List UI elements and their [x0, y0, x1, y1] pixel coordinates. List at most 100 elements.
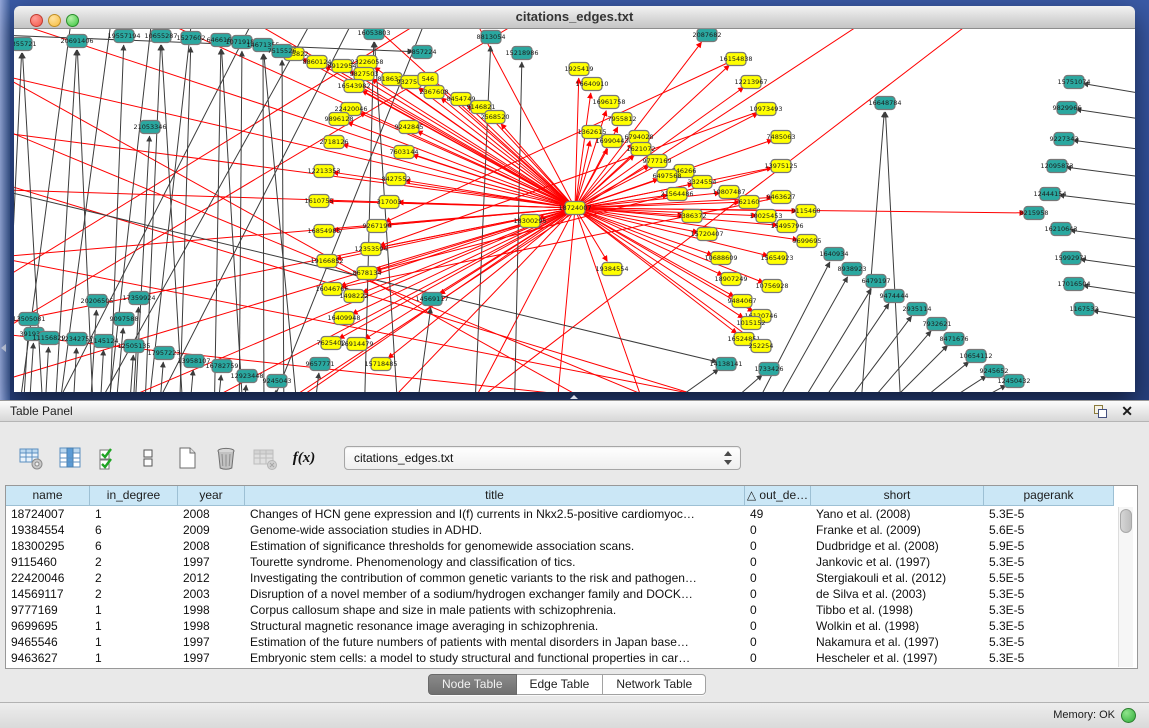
table-cell[interactable]: 0: [745, 586, 811, 602]
graph-node[interactable]: 16648784: [868, 97, 901, 110]
table-cell[interactable]: Stergiakouli et al. (2012): [811, 570, 984, 586]
table-cell[interactable]: Disruption of a novel member of a sodium…: [245, 586, 745, 602]
tab-node-table[interactable]: Node Table: [428, 674, 517, 695]
graph-node[interactable]: 9245043: [263, 375, 292, 388]
graph-edge-red[interactable]: [575, 208, 654, 392]
graph-edge[interactable]: [1070, 230, 1135, 244]
graph-node[interactable]: 1610755: [305, 195, 334, 208]
table-cell[interactable]: 2009: [178, 522, 245, 538]
graph-node[interactable]: 9474444: [880, 290, 909, 303]
graph-node[interactable]: 9463627: [767, 191, 796, 204]
graph-edge[interactable]: [1083, 285, 1135, 299]
graph-node[interactable]: 317003: [377, 196, 402, 209]
table-cell[interactable]: 2012: [178, 570, 245, 586]
graph-node[interactable]: 8471676: [940, 333, 969, 346]
graph-node[interactable]: 1733426: [755, 363, 784, 376]
graph-edge-red[interactable]: [14, 329, 1074, 392]
column-header-3[interactable]: title: [245, 486, 745, 506]
table-cell[interactable]: Corpus callosum shape and size in male p…: [245, 602, 745, 618]
graph-edge[interactable]: [714, 375, 762, 392]
graph-edge[interactable]: [216, 375, 221, 392]
table-cell[interactable]: Structural magnetic resonance image aver…: [245, 618, 745, 634]
graph-node[interactable]: 9227343: [1050, 133, 1079, 146]
graph-node[interactable]: 16961758: [592, 96, 625, 109]
scrollbar-thumb[interactable]: [1120, 509, 1132, 533]
table-cell[interactable]: 0: [745, 522, 811, 538]
table-cell[interactable]: 9115460: [6, 554, 90, 570]
graph-node[interactable]: 12095873: [1040, 160, 1073, 173]
graph-node[interactable]: 15720407: [690, 228, 723, 241]
graph-edge-red[interactable]: [454, 208, 575, 392]
table-cell[interactable]: 1998: [178, 602, 245, 618]
graph-node[interactable]: 7932621: [923, 318, 952, 331]
graph-node[interactable]: 1015152: [737, 317, 766, 330]
graph-node[interactable]: 1167533: [1070, 303, 1099, 316]
table-cell[interactable]: 5.3E-5: [984, 650, 1114, 666]
graph-edge[interactable]: [239, 51, 242, 392]
graph-edge[interactable]: [575, 78, 579, 208]
graph-node[interactable]: 6497568: [653, 170, 682, 183]
table-row[interactable]: 1456911722003Disruption of a novel membe…: [6, 586, 1137, 602]
table-selector-dropdown[interactable]: citations_edges.txt: [344, 446, 741, 470]
graph-edge[interactable]: [440, 208, 575, 294]
table-row[interactable]: 977716911998Corpus callosum shape and si…: [6, 602, 1137, 618]
graph-node[interactable]: 10756928: [755, 280, 788, 293]
table-row[interactable]: 1872400712008Changes of HCN gene express…: [6, 506, 1137, 522]
table-cell[interactable]: Jankovic et al. (1997): [811, 554, 984, 570]
table-cell[interactable]: 9777169: [6, 602, 90, 618]
graph-edge[interactable]: [827, 316, 912, 392]
graph-edge-red[interactable]: [554, 208, 575, 392]
table-row[interactable]: 1938455462009Genome-wide association stu…: [6, 522, 1137, 538]
graph-node[interactable]: 9097588: [110, 313, 139, 326]
table-row[interactable]: 946554611997Estimation of the future num…: [6, 634, 1137, 650]
graph-node[interactable]: 9699695: [793, 235, 822, 248]
float-panel-icon[interactable]: [1094, 405, 1107, 418]
graph-edge[interactable]: [904, 376, 986, 392]
graph-node[interactable]: 16154838: [719, 53, 752, 66]
graph-edge[interactable]: [1080, 259, 1135, 272]
tab-edge-table[interactable]: Edge Table: [517, 674, 604, 695]
graph-node[interactable]: 7386372: [678, 210, 707, 223]
graph-node[interactable]: 12213967: [734, 76, 767, 89]
graph-node[interactable]: 18907249: [714, 273, 747, 286]
function-builder-icon[interactable]: f(x): [291, 445, 317, 471]
graph-node[interactable]: 15992971: [1054, 252, 1087, 265]
graph-node[interactable]: 12353594: [354, 243, 387, 256]
graph-node[interactable]: 6479197: [862, 275, 891, 288]
table-row[interactable]: 946362711997Embryonic stem cells: a mode…: [6, 650, 1137, 666]
table-cell[interactable]: 1: [90, 602, 178, 618]
graph-node[interactable]: 1925419: [565, 63, 594, 76]
graph-node[interactable]: 9484067: [728, 295, 757, 308]
table-header-row[interactable]: namein_degreeyeartitle△ out_de…shortpage…: [6, 486, 1137, 506]
table-vertical-scrollbar[interactable]: [1118, 507, 1133, 667]
table-cell[interactable]: 0: [745, 602, 811, 618]
graph-node[interactable]: 7515526: [268, 45, 297, 58]
graph-node[interactable]: 17957223: [147, 347, 180, 360]
table-cell[interactable]: 2: [90, 586, 178, 602]
graph-node[interactable]: 9115460: [792, 205, 821, 218]
table-cell[interactable]: 1997: [178, 650, 245, 666]
table-cell[interactable]: 49: [745, 506, 811, 522]
left-panel-collapse-arrow-icon[interactable]: [1, 344, 6, 352]
table-cell[interactable]: Tourette syndrome. Phenomenology and cla…: [245, 554, 745, 570]
close-panel-icon[interactable]: ✕: [1121, 403, 1133, 419]
graph-edge[interactable]: [859, 112, 884, 392]
graph-node[interactable]: 16782759: [205, 360, 238, 373]
table-cell[interactable]: 5.3E-5: [984, 602, 1114, 618]
graph-edge[interactable]: [1073, 140, 1135, 154]
graph-node[interactable]: 1498222: [340, 290, 369, 303]
graph-node[interactable]: 13975125: [764, 160, 797, 173]
table-cell[interactable]: 2: [90, 554, 178, 570]
graph-node[interactable]: 17359924: [122, 292, 155, 305]
table-cell[interactable]: 14569117: [6, 586, 90, 602]
graph-node[interactable]: 20691406: [60, 35, 93, 48]
table-cell[interactable]: Estimation of significance thresholds fo…: [245, 538, 745, 554]
graph-node[interactable]: 19384554: [595, 263, 628, 276]
create-column-icon[interactable]: [174, 445, 200, 471]
graph-edge[interactable]: [264, 54, 299, 392]
graph-node[interactable]: 12923448: [230, 370, 263, 383]
graph-node[interactable]: 20206505: [80, 295, 113, 308]
graph-node[interactable]: 14569117: [415, 293, 448, 306]
table-cell[interactable]: Estimation of the future numbers of pati…: [245, 634, 745, 650]
table-cell[interactable]: Franke et al. (2009): [811, 522, 984, 538]
